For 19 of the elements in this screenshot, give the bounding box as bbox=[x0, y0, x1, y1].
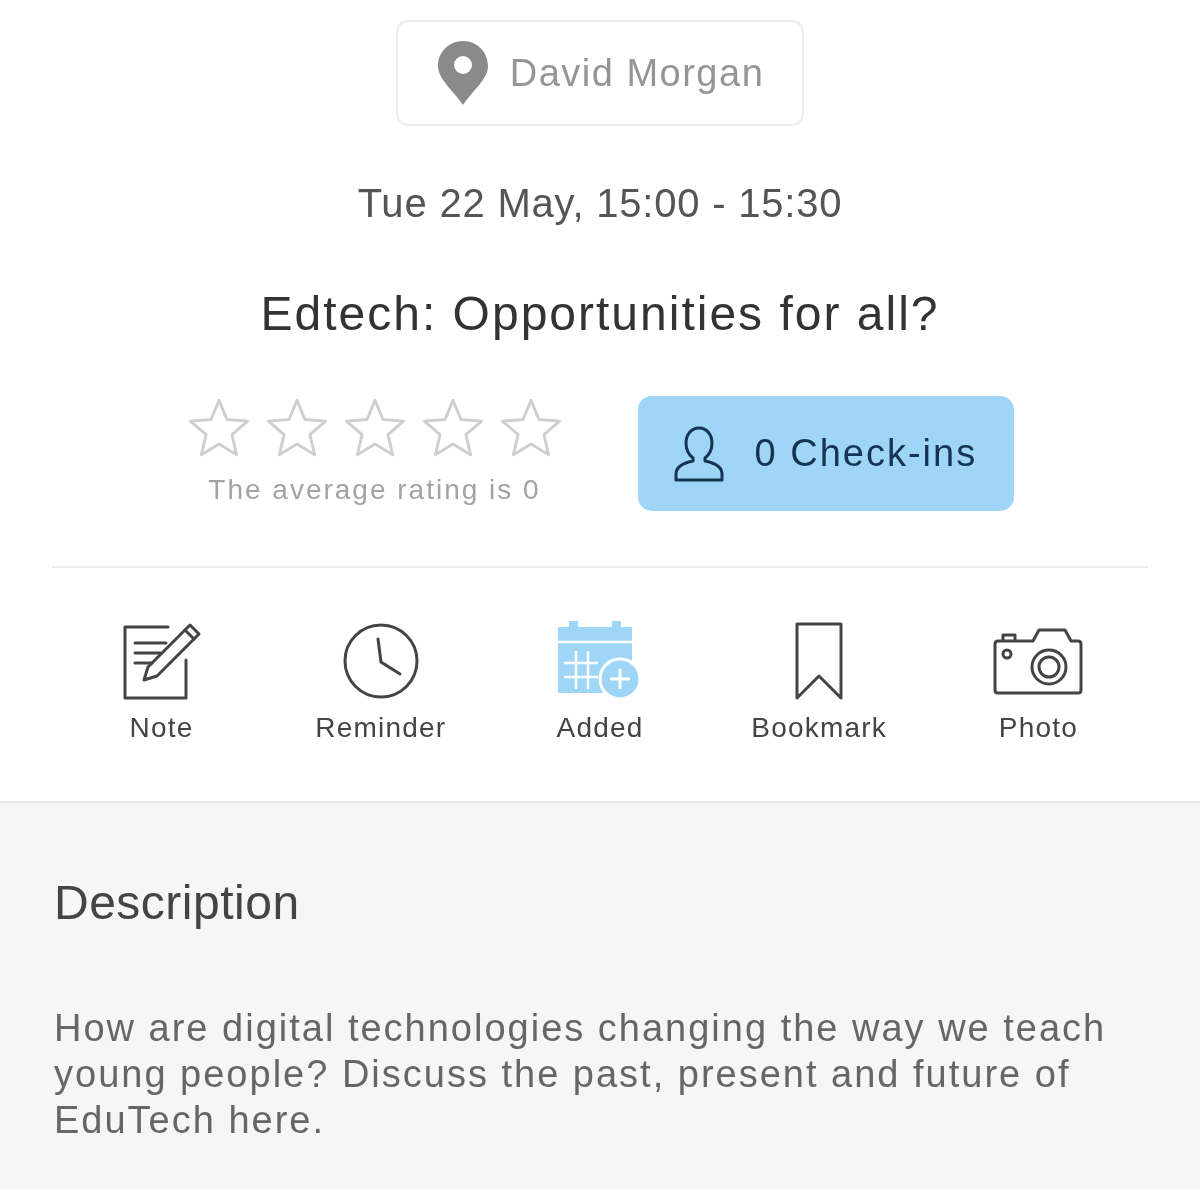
average-rating-text: The average rating is 0 bbox=[208, 474, 541, 506]
reminder-button[interactable]: Reminder bbox=[315, 621, 447, 745]
description-text: How are digital technologies changing the way we teach young people? Discuss the past, present and future of EduTech here. bbox=[54, 1006, 1108, 1143]
photo-button[interactable]: Photo bbox=[993, 621, 1084, 745]
note-button[interactable]: Note bbox=[121, 621, 202, 745]
star-icon bbox=[420, 398, 485, 458]
bookmark-button[interactable]: Bookmark bbox=[751, 621, 887, 745]
star-icon bbox=[342, 398, 407, 458]
star-rating[interactable] bbox=[186, 398, 563, 458]
star-icon bbox=[264, 398, 329, 458]
person-icon bbox=[672, 425, 725, 482]
calendar-button[interactable]: Added bbox=[556, 621, 644, 745]
star-icon bbox=[186, 398, 251, 458]
description-heading: Description bbox=[54, 875, 301, 931]
map-pin-icon bbox=[437, 41, 488, 105]
session-date-time: Tue 22 May, 15:00 - 15:30 bbox=[357, 180, 843, 226]
check-ins-button[interactable]: 0 Check-ins bbox=[637, 396, 1014, 511]
session-title: Edtech: Opportunities for all? bbox=[260, 286, 940, 342]
star-icon bbox=[498, 398, 563, 458]
